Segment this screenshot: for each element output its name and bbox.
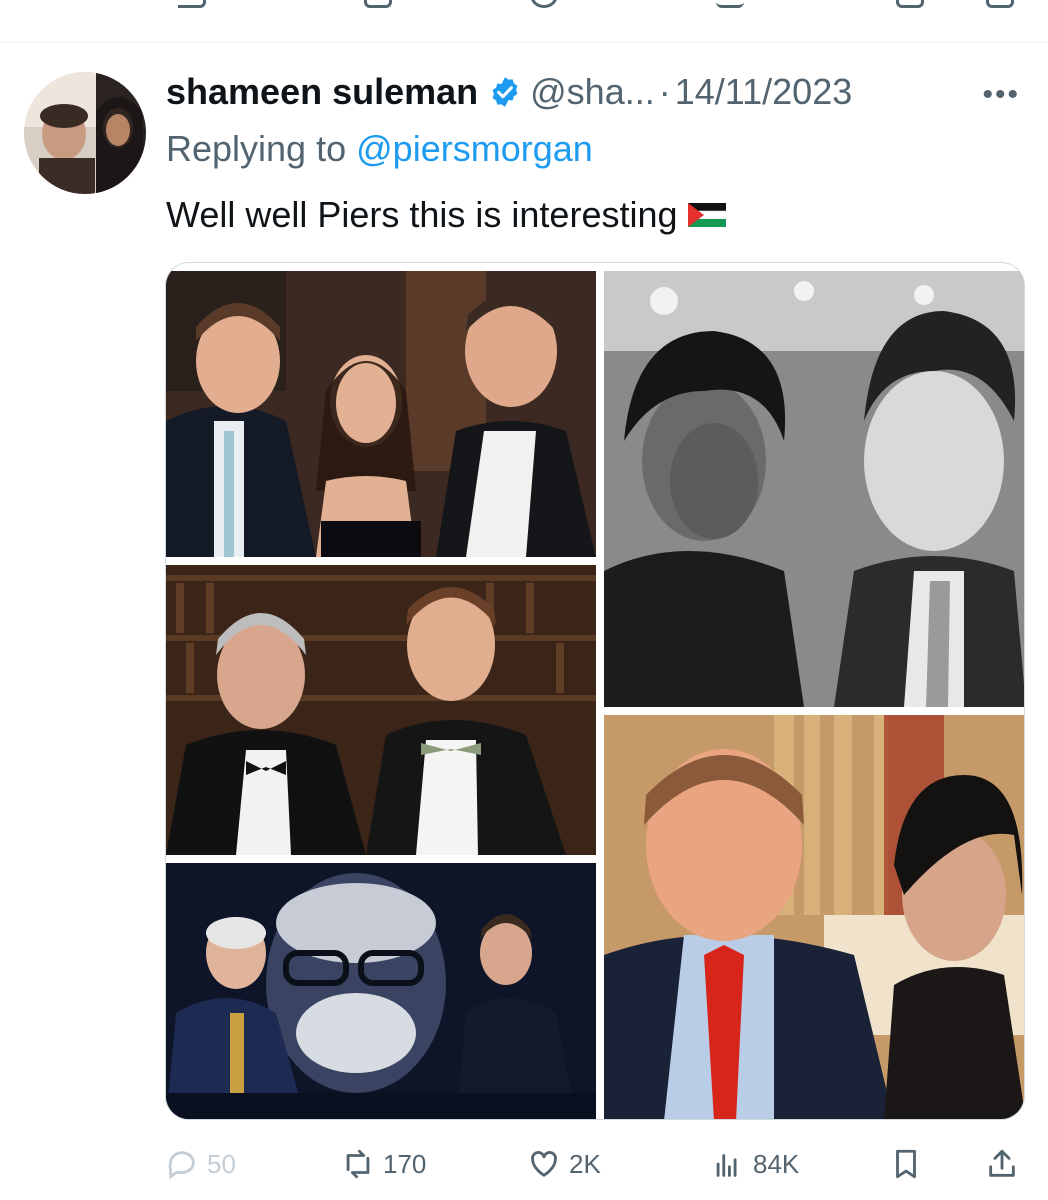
reply-icon[interactable] xyxy=(178,0,206,8)
views-icon[interactable] xyxy=(716,0,744,8)
bookmark-icon xyxy=(896,1149,916,1179)
share-button[interactable] xyxy=(985,1140,1027,1188)
views-icon xyxy=(716,1154,737,1177)
photo-middle-left[interactable] xyxy=(166,565,596,855)
reply-count: 50 xyxy=(207,1148,236,1179)
tweet-body: Well well Piers this is interesting xyxy=(166,194,678,235)
photo-top-left[interactable] xyxy=(166,271,596,557)
repost-count: 170 xyxy=(383,1148,427,1179)
bookmark-icon[interactable] xyxy=(896,0,924,8)
share-icon xyxy=(989,1149,1015,1177)
repost-icon xyxy=(346,1149,370,1179)
share-icon[interactable] xyxy=(986,0,1014,8)
tweet-divider xyxy=(0,42,1048,43)
heart-icon xyxy=(531,1151,557,1177)
like-button[interactable]: 2K xyxy=(527,1140,601,1188)
like-count: 2K xyxy=(569,1148,601,1179)
verified-badge-icon xyxy=(492,77,518,107)
views-button[interactable]: 84K xyxy=(711,1140,799,1188)
bookmark-button[interactable] xyxy=(889,1140,931,1188)
replying-prefix: Replying to xyxy=(166,128,347,169)
tweet-header: shameen suleman @sha... · 14/11/2023 xyxy=(166,70,852,114)
repost-button[interactable]: 170 xyxy=(341,1140,426,1188)
photo-top-right[interactable] xyxy=(604,271,1024,707)
views-count: 84K xyxy=(753,1148,800,1179)
author-name[interactable]: shameen suleman xyxy=(166,71,478,113)
tweet-date[interactable]: 14/11/2023 xyxy=(675,71,853,113)
tweet-text: Well well Piers this is interesting xyxy=(166,194,726,236)
header-separator: · xyxy=(658,71,671,112)
photo-bottom-left[interactable] xyxy=(166,863,596,1119)
like-icon[interactable] xyxy=(530,0,558,8)
replying-mention-link[interactable]: @piersmorgan xyxy=(356,128,593,169)
reply-button[interactable]: 50 xyxy=(165,1140,236,1188)
tweet-media[interactable] xyxy=(165,262,1025,1120)
photo-bottom-right[interactable] xyxy=(604,715,1024,1119)
palestine-flag-icon xyxy=(687,203,726,227)
author-handle[interactable]: @sha... xyxy=(530,71,655,113)
repost-icon[interactable] xyxy=(364,0,392,8)
more-options-icon[interactable]: ••• xyxy=(982,78,1020,112)
replying-to: Replying to @piersmorgan xyxy=(166,128,593,170)
avatar[interactable] xyxy=(24,72,146,194)
reply-icon xyxy=(168,1151,195,1180)
previous-tweet-actions xyxy=(0,0,1048,14)
tweet-actions: 50 170 2K 84K xyxy=(165,1140,1025,1188)
